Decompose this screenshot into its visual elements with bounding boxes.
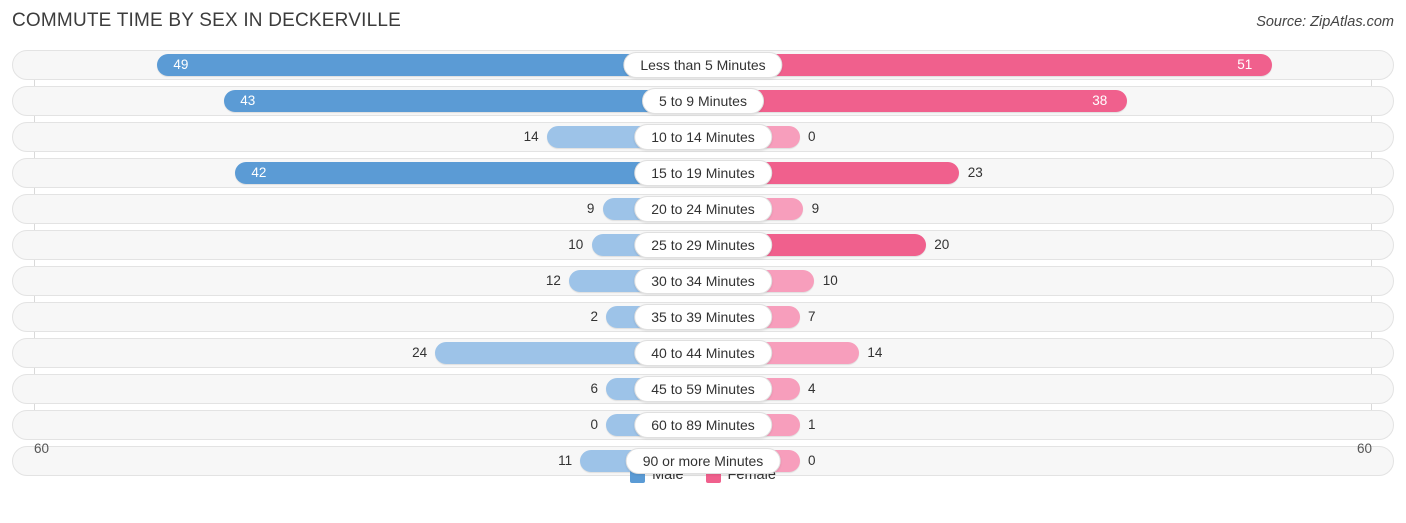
female-value-label: 14 [867, 345, 883, 360]
female-value-label: 10 [822, 273, 838, 288]
male-value-label: 24 [412, 345, 428, 360]
male-value-label: 43 [240, 93, 256, 108]
female-value-label: 1 [808, 417, 816, 432]
axis-tick-left: 60 [34, 441, 50, 456]
chart-row: 9 9 20 to 24 Minutes [12, 194, 1394, 224]
male-value-label: 14 [523, 129, 539, 144]
female-value-label: 4 [808, 381, 816, 396]
male-value-label: 12 [545, 273, 561, 288]
source-attribution: Source: ZipAtlas.com [1256, 14, 1394, 30]
male-bar[interactable] [156, 54, 703, 76]
chart-row: 43 38 5 to 9 Minutes [12, 86, 1394, 116]
chart-row: 6 4 45 to 59 Minutes [12, 374, 1394, 404]
female-bar[interactable] [703, 54, 1272, 76]
male-value-label: 9 [586, 201, 595, 216]
male-value-label: 6 [590, 381, 598, 396]
female-value-label: 9 [811, 201, 820, 216]
category-label: Less than 5 Minutes [623, 52, 783, 78]
chart-page: COMMUTE TIME BY SEX IN DECKERVILLE Sourc… [0, 0, 1406, 523]
male-value-label: 2 [590, 309, 598, 324]
page-title: COMMUTE TIME BY SEX IN DECKERVILLE [12, 10, 402, 31]
category-label: 25 to 29 Minutes [634, 232, 772, 258]
category-label: 30 to 34 Minutes [634, 268, 772, 294]
female-value-label: 0 [808, 129, 816, 144]
chart-row: 12 10 30 to 34 Minutes [12, 266, 1394, 296]
category-label: 15 to 19 Minutes [634, 160, 772, 186]
female-bar[interactable] [703, 90, 1127, 112]
category-label: 90 or more Minutes [625, 448, 781, 474]
female-value-label: 7 [808, 309, 816, 324]
chart-row: 2 7 35 to 39 Minutes [12, 302, 1394, 332]
category-label: 5 to 9 Minutes [642, 88, 764, 114]
male-value-label: 0 [590, 417, 598, 432]
chart-row: 49 51 Less than 5 Minutes [12, 50, 1394, 80]
chart-row: 14 0 10 to 14 Minutes [12, 122, 1394, 152]
chart-row: 10 20 25 to 29 Minutes [12, 230, 1394, 260]
female-value-label: 20 [934, 237, 950, 252]
male-bar[interactable] [223, 90, 703, 112]
category-label: 40 to 44 Minutes [634, 340, 772, 366]
male-value-label: 49 [173, 57, 189, 72]
chart-row: 24 14 40 to 44 Minutes [12, 338, 1394, 368]
axis-tick-right: 60 [1356, 441, 1372, 456]
category-label: 10 to 14 Minutes [634, 124, 772, 150]
male-bar[interactable] [234, 162, 703, 184]
category-label: 45 to 59 Minutes [634, 376, 772, 402]
male-value-label: 42 [251, 165, 267, 180]
category-label: 20 to 24 Minutes [634, 196, 772, 222]
female-value-label: 51 [1237, 57, 1253, 72]
female-value-label: 38 [1092, 93, 1108, 108]
chart-row: 42 23 15 to 19 Minutes [12, 158, 1394, 188]
chart-rows: 49 51 Less than 5 Minutes 43 38 5 to 9 Minute… [12, 50, 1394, 482]
male-value-label: 10 [568, 237, 584, 252]
chart-row: 0 1 60 to 89 Minutes [12, 410, 1394, 440]
category-label: 60 to 89 Minutes [634, 412, 772, 438]
chart-plot-area: 49 51 Less than 5 Minutes 43 38 5 to 9 Minute… [12, 50, 1394, 485]
category-label: 35 to 39 Minutes [634, 304, 772, 330]
female-value-label: 23 [967, 165, 983, 180]
